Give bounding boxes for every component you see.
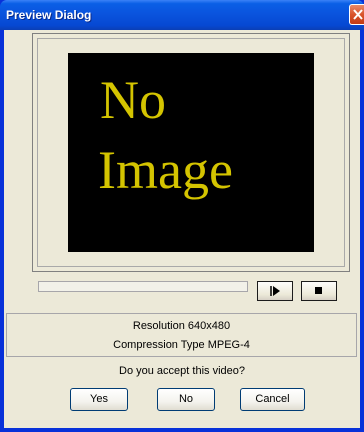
video-preview-area: No Image xyxy=(68,53,314,252)
no-image-line-1: No xyxy=(100,70,166,130)
cancel-button[interactable]: Cancel xyxy=(240,388,305,411)
title-bar[interactable]: Preview Dialog xyxy=(0,0,364,30)
no-button[interactable]: No xyxy=(157,388,215,411)
yes-button[interactable]: Yes xyxy=(70,388,128,411)
play-button[interactable] xyxy=(257,281,293,301)
dialog-client-area: No Image Resolution 640x480 Compression … xyxy=(4,30,360,428)
resolution-text: Resolution 640x480 xyxy=(132,320,231,332)
no-image-line-2: Image xyxy=(98,140,233,200)
window-title: Preview Dialog xyxy=(6,8,92,22)
close-button[interactable] xyxy=(349,4,364,25)
compression-type-text: Compression Type MPEG-4 xyxy=(113,339,250,351)
preview-dialog-window: Preview Dialog No Image Resolution 640x4… xyxy=(0,0,364,432)
stop-button[interactable] xyxy=(301,281,337,301)
video-info-panel: Resolution 640x480 Compression Type MPEG… xyxy=(6,313,357,357)
play-icon xyxy=(270,286,280,296)
accept-question: Do you accept this video? xyxy=(119,365,245,377)
stop-icon xyxy=(315,287,322,294)
close-icon xyxy=(353,9,363,20)
playback-progress-track[interactable] xyxy=(38,281,248,292)
video-preview-inner-frame: No Image xyxy=(37,38,345,267)
no-image-placeholder: No Image xyxy=(68,53,314,252)
video-preview-frame: No Image xyxy=(32,33,350,272)
